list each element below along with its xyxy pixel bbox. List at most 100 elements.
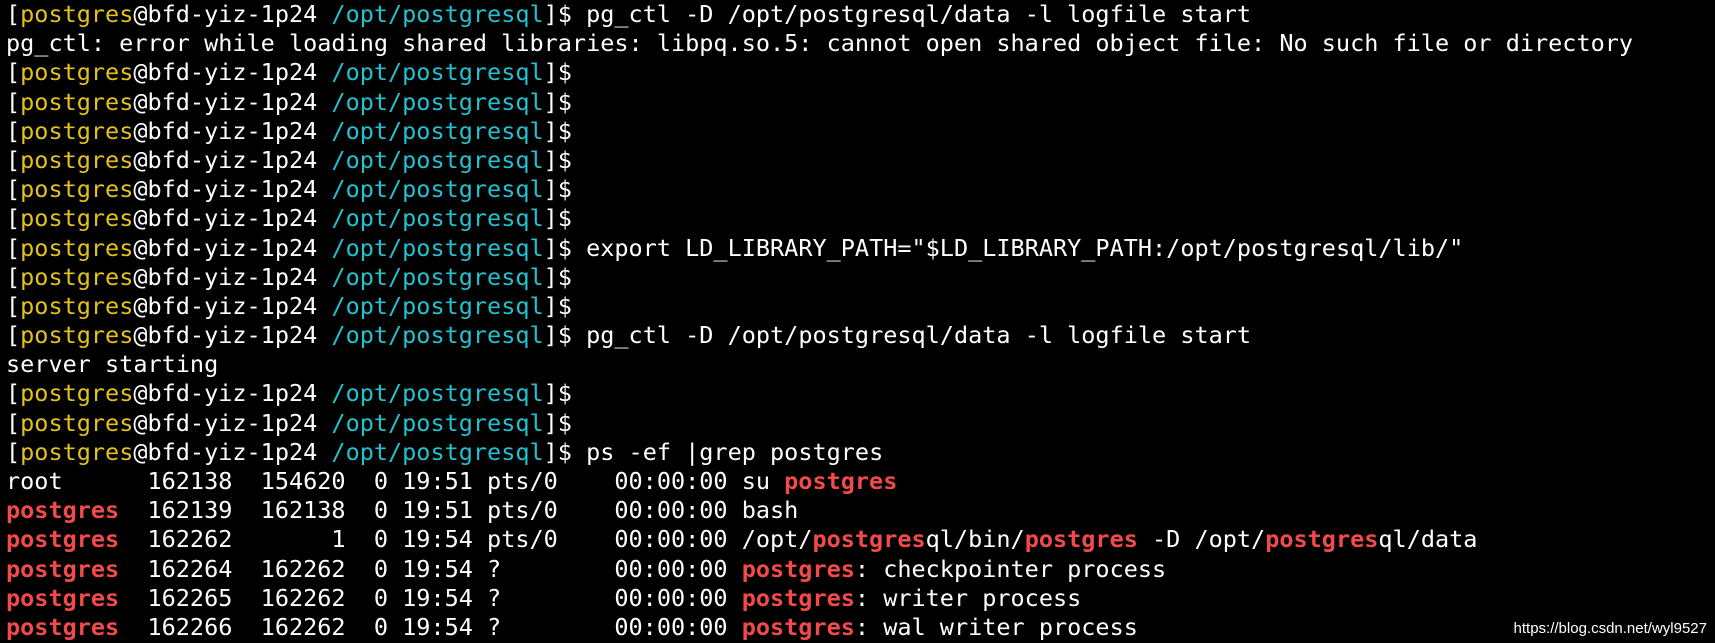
prompt-host: @bfd-yiz-1p24 (133, 437, 332, 466)
prompt-symbol: ]$ (543, 145, 572, 174)
output-line: postgres 162265 162262 0 19:54 ? 00:00:0… (6, 584, 1711, 613)
prompt-symbol: ]$ (543, 437, 572, 466)
prompt-open-bracket: [ (6, 437, 21, 466)
prompt-path: /opt/postgresql (331, 87, 544, 116)
prompt-line: [postgres@bfd-yiz-1p24 /opt/postgresql]$ (6, 58, 1711, 87)
prompt-host: @bfd-yiz-1p24 (133, 175, 332, 204)
prompt-host: @bfd-yiz-1p24 (133, 321, 332, 350)
output-text: : wal writer process (854, 612, 1138, 641)
prompt-path: /opt/postgresql (331, 175, 544, 204)
prompt-host: @bfd-yiz-1p24 (133, 204, 332, 233)
prompt-symbol: ]$ (543, 175, 572, 204)
terminal-output[interactable]: [postgres@bfd-yiz-1p24 /opt/postgresql]$… (6, 0, 1711, 643)
prompt-symbol: ]$ (543, 408, 572, 437)
prompt-path: /opt/postgresql (331, 204, 544, 233)
prompt-user: postgres (20, 379, 134, 408)
prompt-path: /opt/postgresql (331, 262, 544, 291)
grep-match: postgres (1024, 525, 1138, 554)
prompt-symbol: ]$ (543, 291, 572, 320)
prompt-host: @bfd-yiz-1p24 (133, 116, 332, 145)
prompt-host: @bfd-yiz-1p24 (133, 291, 332, 320)
command-text: pg_ctl -D /opt/postgresql/data -l logfil… (571, 0, 1252, 28)
prompt-symbol: ]$ (543, 204, 572, 233)
prompt-host: @bfd-yiz-1p24 (133, 58, 332, 87)
prompt-host: @bfd-yiz-1p24 (133, 0, 332, 28)
prompt-path: /opt/postgresql (331, 116, 544, 145)
prompt-line: [postgres@bfd-yiz-1p24 /opt/postgresql]$ (6, 88, 1711, 117)
prompt-user: postgres (20, 291, 134, 320)
output-line: postgres 162264 162262 0 19:54 ? 00:00:0… (6, 555, 1711, 584)
prompt-path: /opt/postgresql (331, 58, 544, 87)
prompt-symbol: ]$ (543, 116, 572, 145)
prompt-open-bracket: [ (6, 145, 21, 174)
prompt-user: postgres (20, 233, 134, 262)
prompt-symbol: ]$ (543, 0, 572, 28)
output-text: 162264 162262 0 19:54 ? 00:00:00 (119, 554, 742, 583)
prompt-user: postgres (20, 116, 134, 145)
output-text: 162262 1 0 19:54 pts/0 00:00:00 /opt/ (119, 525, 813, 554)
grep-match: postgres (1265, 525, 1379, 554)
prompt-user: postgres (20, 145, 134, 174)
prompt-user: postgres (20, 408, 134, 437)
prompt-path: /opt/postgresql (331, 437, 544, 466)
prompt-open-bracket: [ (6, 233, 21, 262)
command-text: pg_ctl -D /opt/postgresql/data -l logfil… (571, 321, 1252, 350)
prompt-symbol: ]$ (543, 58, 572, 87)
output-line: server starting (6, 350, 1711, 379)
prompt-open-bracket: [ (6, 204, 21, 233)
prompt-line: [postgres@bfd-yiz-1p24 /opt/postgresql]$ (6, 292, 1711, 321)
prompt-path: /opt/postgresql (331, 145, 544, 174)
prompt-open-bracket: [ (6, 379, 21, 408)
grep-match: postgres (741, 612, 855, 641)
prompt-user: postgres (20, 262, 134, 291)
output-line: postgres 162262 1 0 19:54 pts/0 00:00:00… (6, 525, 1711, 554)
prompt-symbol: ]$ (543, 379, 572, 408)
prompt-line: [postgres@bfd-yiz-1p24 /opt/postgresql]$ (6, 263, 1711, 292)
output-text: : checkpointer process (854, 554, 1167, 583)
grep-match: postgres (784, 467, 898, 495)
grep-match: postgres (6, 554, 120, 583)
output-line: postgres 162139 162138 0 19:51 pts/0 00:… (6, 496, 1711, 525)
output-text: 162139 162138 0 19:51 pts/0 00:00:00 bas… (119, 496, 799, 525)
output-text: ql/data (1378, 525, 1478, 554)
output-text: -D /opt/ (1137, 525, 1266, 554)
prompt-host: @bfd-yiz-1p24 (133, 379, 332, 408)
output-text: : writer process (854, 583, 1082, 612)
prompt-symbol: ]$ (543, 321, 572, 350)
prompt-line: [postgres@bfd-yiz-1p24 /opt/postgresql]$ (6, 204, 1711, 233)
prompt-path: /opt/postgresql (331, 408, 544, 437)
prompt-host: @bfd-yiz-1p24 (133, 87, 332, 116)
prompt-open-bracket: [ (6, 175, 21, 204)
prompt-line: [postgres@bfd-yiz-1p24 /opt/postgresql]$ (6, 175, 1711, 204)
prompt-line: [postgres@bfd-yiz-1p24 /opt/postgresql]$… (6, 0, 1711, 29)
grep-match: postgres (6, 583, 120, 612)
output-text: 162266 162262 0 19:54 ? 00:00:00 (119, 612, 742, 641)
prompt-line: [postgres@bfd-yiz-1p24 /opt/postgresql]$… (6, 234, 1711, 263)
output-line: postgres 162266 162262 0 19:54 ? 00:00:0… (6, 613, 1711, 642)
prompt-path: /opt/postgresql (331, 0, 544, 28)
prompt-path: /opt/postgresql (331, 291, 544, 320)
prompt-line: [postgres@bfd-yiz-1p24 /opt/postgresql]$… (6, 438, 1711, 467)
grep-match: postgres (6, 496, 120, 525)
prompt-host: @bfd-yiz-1p24 (133, 233, 332, 262)
prompt-open-bracket: [ (6, 116, 21, 145)
prompt-line: [postgres@bfd-yiz-1p24 /opt/postgresql]$ (6, 409, 1711, 438)
grep-match: postgres (812, 525, 926, 554)
prompt-open-bracket: [ (6, 87, 21, 116)
grep-match: postgres (6, 525, 120, 554)
prompt-open-bracket: [ (6, 58, 21, 87)
output-line: pg_ctl: error while loading shared libra… (6, 29, 1711, 58)
prompt-open-bracket: [ (6, 262, 21, 291)
prompt-host: @bfd-yiz-1p24 (133, 262, 332, 291)
prompt-symbol: ]$ (543, 262, 572, 291)
prompt-path: /opt/postgresql (331, 379, 544, 408)
command-text: export LD_LIBRARY_PATH="$LD_LIBRARY_PATH… (571, 233, 1464, 262)
prompt-path: /opt/postgresql (331, 321, 544, 350)
output-text: 162265 162262 0 19:54 ? 00:00:00 (119, 583, 742, 612)
output-text: ql/bin/ (925, 525, 1025, 554)
prompt-line: [postgres@bfd-yiz-1p24 /opt/postgresql]$ (6, 146, 1711, 175)
grep-match: postgres (6, 612, 120, 641)
prompt-open-bracket: [ (6, 0, 21, 28)
prompt-user: postgres (20, 437, 134, 466)
prompt-open-bracket: [ (6, 408, 21, 437)
